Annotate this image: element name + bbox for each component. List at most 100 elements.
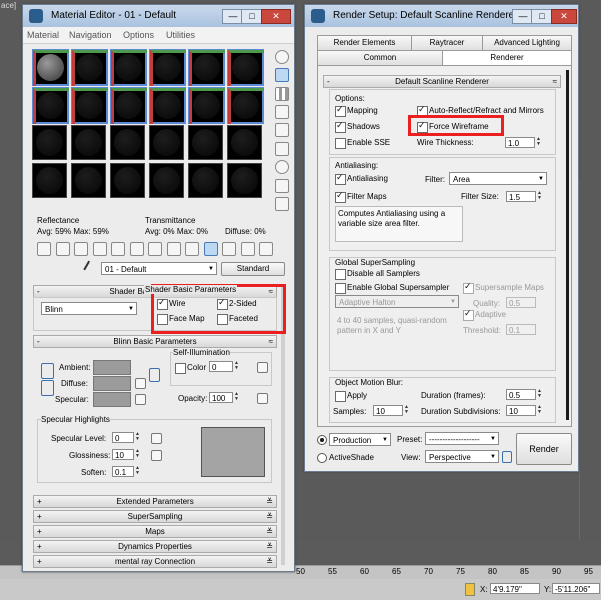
diffuse-map-button[interactable] [135,378,146,389]
specular-level-value[interactable]: 0 [112,432,134,443]
renderer-scrollbar[interactable] [566,70,569,420]
lock-specular-icon[interactable] [41,380,54,396]
video-color-check-icon[interactable] [275,123,289,137]
production-radio[interactable] [317,435,327,445]
disable-samplers-checkbox[interactable] [335,269,346,280]
rollout-collapsed[interactable]: + Dynamics Properties ≚ [33,540,277,553]
specular-map-button[interactable] [135,394,146,405]
wire-thickness-spinner[interactable]: ▲ ▼ [536,137,541,148]
duration-spinner[interactable]: ▲ ▼ [537,389,542,400]
material-sample-slot[interactable] [227,163,262,198]
pick-material-icon[interactable] [259,242,273,256]
coord-y-field[interactable]: -5'11.206" [552,583,600,594]
sampler-dropdown[interactable]: Adaptive Halton [335,295,459,309]
material-sample-slot[interactable] [188,163,223,198]
material-sample-slot[interactable] [227,49,264,86]
menu-material[interactable]: Material [27,30,59,40]
render-close-button[interactable]: ✕ [551,9,577,24]
put-to-scene-icon[interactable] [55,242,70,256]
self-illum-color-checkbox[interactable] [175,363,186,374]
enable-sse-checkbox[interactable] [335,138,346,149]
material-sample-slot[interactable] [32,49,69,86]
shadows-checkbox[interactable] [335,120,346,133]
material-sample-slot[interactable] [149,163,184,198]
rollout-blinn-basic[interactable]: - Blinn Basic Parameters ≈ [33,335,277,348]
sample-type-sphere-icon[interactable] [275,50,289,64]
self-illum-value[interactable]: 0 [209,361,233,372]
select-by-material-icon[interactable] [275,179,289,193]
view-dropdown[interactable]: Perspective [425,450,499,464]
tab-raytracer[interactable]: Raytracer [411,35,483,51]
eyedropper-icon[interactable] [83,260,99,276]
apply-blur-checkbox[interactable] [335,391,346,402]
soften-spinner[interactable]: ▲ ▼ [135,466,140,477]
glossiness-map-button[interactable] [151,450,162,461]
material-sample-slot[interactable] [149,49,186,86]
tab-render-elements[interactable]: Render Elements [317,35,412,51]
duration-value[interactable]: 0.5 [506,389,536,400]
filter-size-value[interactable]: 1.5 [506,191,536,202]
material-sample-slot[interactable] [71,87,108,124]
specular-color-swatch[interactable] [93,392,131,407]
maximize-button[interactable]: □ [241,9,263,24]
enable-global-supersampler-checkbox[interactable] [335,283,346,294]
go-to-parent-icon[interactable] [222,242,236,256]
put-to-library-icon[interactable] [148,242,162,256]
opacity-map-button[interactable] [257,393,268,404]
material-sample-slot[interactable] [71,163,106,198]
activeshade-radio[interactable] [317,453,327,463]
material-sample-slot[interactable] [110,163,145,198]
material-sample-slot[interactable] [188,49,225,86]
menu-options[interactable]: Options [123,30,154,40]
make-unique-icon[interactable] [129,242,144,256]
production-dropdown[interactable]: Production [329,433,391,447]
material-sample-slot[interactable] [32,163,67,198]
diffuse-color-swatch[interactable] [93,376,131,391]
soften-value[interactable]: 0.1 [112,466,134,477]
mapping-checkbox[interactable] [335,104,346,117]
material-type-button[interactable]: Standard [221,262,285,276]
tab-renderer[interactable]: Renderer [442,50,572,66]
material-map-navigator-icon[interactable] [275,197,289,211]
samples-value[interactable]: 10 [373,405,403,416]
rollout-collapsed[interactable]: + Extended Parameters ≚ [33,495,277,508]
samples-spinner[interactable]: ▲ ▼ [404,405,409,416]
coord-x-field[interactable]: 4'9.179" [490,583,540,594]
wire-thickness-value[interactable]: 1.0 [505,137,535,148]
opacity-value[interactable]: 100 [209,392,233,403]
material-name-dropdown[interactable]: 01 - Default [101,262,217,276]
lock-ambient-diffuse-icon[interactable] [41,363,54,379]
show-in-viewport-icon[interactable] [185,242,199,256]
render-setup-titlebar[interactable]: Render Setup: Default Scanline Renderer … [305,5,578,27]
render-button[interactable]: Render [516,433,572,465]
material-sample-slot[interactable] [149,125,184,160]
glossiness-spinner[interactable]: ▲ ▼ [135,449,140,460]
reset-map-icon[interactable] [92,242,107,256]
ambient-color-swatch[interactable] [93,360,131,375]
self-illum-map-button[interactable] [257,362,268,373]
rollout-collapsed[interactable]: + mental ray Connection ≚ [33,555,277,568]
rollout-collapsed[interactable]: + SuperSampling ≚ [33,510,277,523]
material-sample-slot[interactable] [71,49,108,86]
threshold-value[interactable]: 0.1 [506,324,536,335]
make-copy-icon[interactable] [111,242,125,256]
material-sample-slot[interactable] [32,87,69,124]
material-sample-slot[interactable] [227,87,264,124]
background-checker-icon[interactable] [275,87,289,101]
specular-level-spinner[interactable]: ▲ ▼ [135,432,140,443]
material-sample-slot[interactable] [110,49,147,86]
make-preview-icon[interactable] [275,142,289,156]
material-id-channel-icon[interactable] [166,242,181,256]
lock-diffuse-specular-icon[interactable] [149,368,160,382]
options-gear-icon[interactable] [275,160,289,174]
supersample-maps-checkbox[interactable] [463,281,474,294]
adaptive-checkbox[interactable] [463,308,474,321]
backlight-icon[interactable] [275,68,289,82]
specular-level-map-button[interactable] [151,433,162,444]
lock-icon[interactable] [465,583,475,596]
menu-utilities[interactable]: Utilities [166,30,195,40]
go-forward-icon[interactable] [240,242,255,256]
view-lock-icon[interactable] [502,451,512,463]
shader-type-dropdown[interactable]: Blinn [41,302,137,316]
quality-value[interactable]: 0.5 [506,297,536,308]
